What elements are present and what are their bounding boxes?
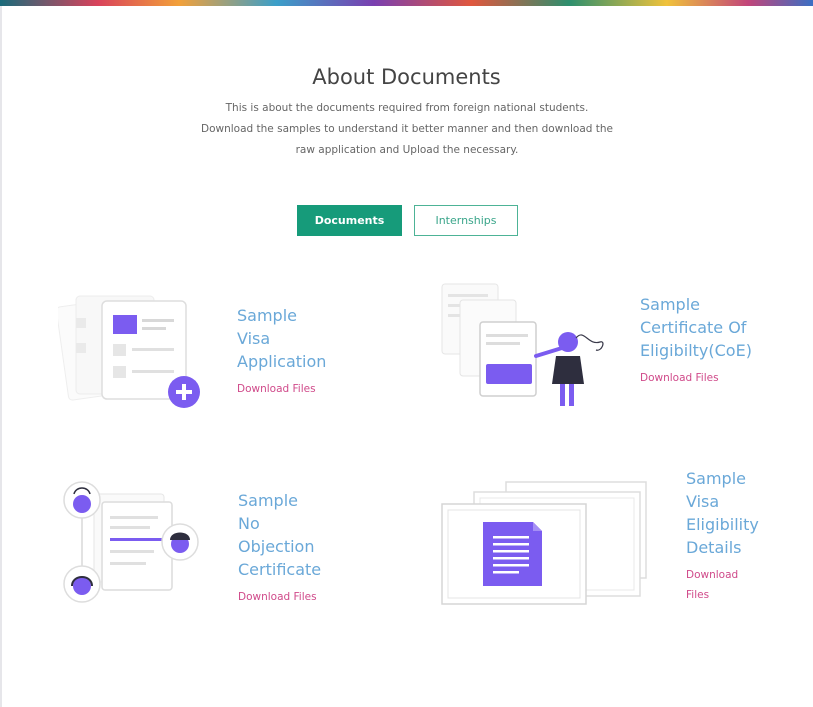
download-files-link[interactable]: Download Files <box>237 379 326 399</box>
download-files-link[interactable]: Download Files <box>640 368 752 388</box>
document-title: Sample No Objection Certificate <box>238 489 321 581</box>
document-title-line: Application <box>237 352 327 371</box>
coe-illustration <box>441 283 604 406</box>
visa-eligibility-illustration <box>441 481 647 605</box>
document-title-line: Details <box>686 538 742 557</box>
tab-documents[interactable]: Documents <box>297 205 402 236</box>
document-title-line: Eligibilty(CoE) <box>640 341 752 360</box>
tab-internships[interactable]: Internships <box>414 205 518 236</box>
noc-illustration <box>63 481 199 603</box>
description-line: This is about the documents required fro… <box>225 102 589 114</box>
document-card-text: Sample Certificate Of Eligibilty(CoE) Do… <box>640 293 752 388</box>
section-title: About Documents <box>312 65 501 90</box>
description-line: raw application and Upload the necessary… <box>295 144 519 156</box>
document-title: Sample Visa Application <box>237 304 326 373</box>
document-title-line: Sample <box>640 295 700 314</box>
visa-application-illustration <box>58 295 200 408</box>
document-title-line: Sample Visa <box>237 306 297 348</box>
download-files-link[interactable]: Download Files <box>686 565 746 605</box>
page-edge <box>0 6 2 707</box>
document-title-line: Sample No <box>238 491 298 533</box>
document-card-text: Sample Visa Application Download Files <box>237 304 326 399</box>
document-title-line: Certificate Of <box>640 318 747 337</box>
description-line: Download the samples to understand it be… <box>201 123 613 135</box>
document-tabs: Documents Internships <box>297 205 518 236</box>
document-title-line: Certificate <box>238 560 322 579</box>
document-title-line: Objection <box>238 537 315 556</box>
document-title-line: Sample <box>686 469 746 488</box>
section-description: This is about the documents required fro… <box>186 98 628 161</box>
document-title-line: Eligibility <box>686 515 759 534</box>
document-title-line: Visa <box>686 492 720 511</box>
document-title: Sample Certificate Of Eligibilty(CoE) <box>640 293 752 362</box>
top-banner-image <box>0 0 813 6</box>
document-card-text: Sample No Objection Certificate Download… <box>238 489 321 607</box>
download-files-link[interactable]: Download Files <box>238 587 321 607</box>
document-card-text: Sample Visa Eligibility Details Download… <box>686 467 759 605</box>
document-title: Sample Visa Eligibility Details <box>686 467 759 559</box>
